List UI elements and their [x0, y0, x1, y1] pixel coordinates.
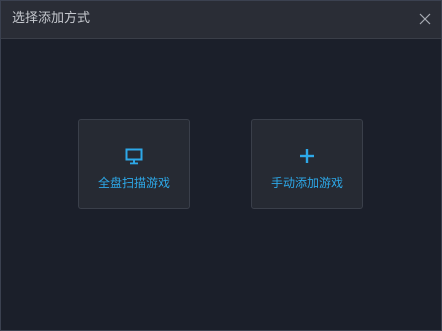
close-button[interactable] [415, 9, 435, 29]
add-game-dialog: 选择添加方式 全盘扫描游戏 手动添加游戏 [0, 0, 442, 331]
dialog-title: 选择添加方式 [12, 11, 91, 26]
monitor-icon [79, 148, 189, 166]
manual-add-label: 手动添加游戏 [270, 176, 343, 190]
close-icon [419, 13, 431, 25]
full-disk-scan-label: 全盘扫描游戏 [97, 176, 170, 190]
title-bar: 选择添加方式 [1, 1, 441, 39]
plus-icon [252, 148, 362, 166]
full-disk-scan-button[interactable]: 全盘扫描游戏 [78, 119, 190, 209]
manual-add-button[interactable]: 手动添加游戏 [251, 119, 363, 209]
